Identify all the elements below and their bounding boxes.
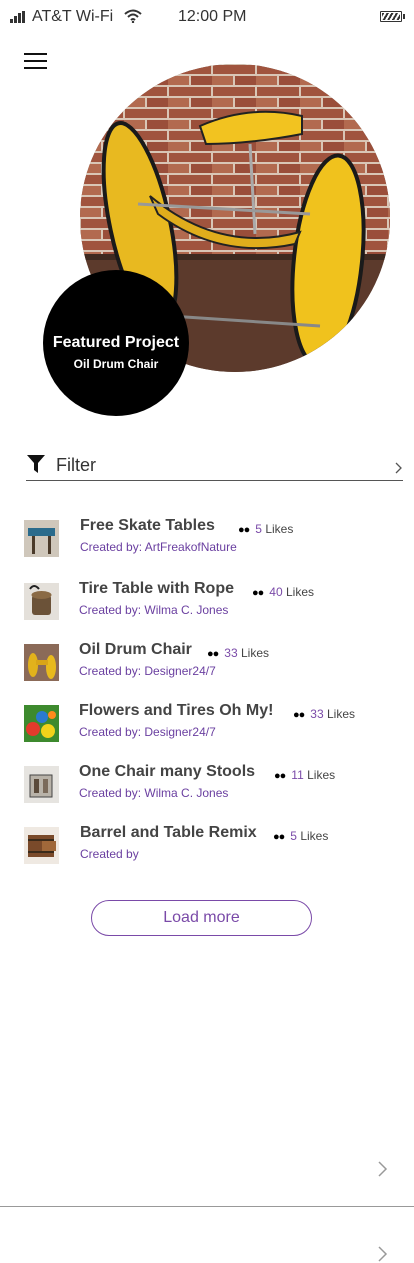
likes-dots-icon: ●● bbox=[293, 709, 305, 721]
status-time: 12:00 PM bbox=[178, 8, 247, 25]
likes-count: ●● 5 Likes bbox=[273, 829, 329, 843]
list-item[interactable]: Free Skate Tables ●● 5 Likes Created by: … bbox=[0, 510, 414, 560]
chevron-right-icon[interactable] bbox=[378, 1161, 388, 1177]
oil-drum-chair-thumbnail bbox=[24, 644, 59, 681]
carrier-label: AT&T Wi-Fi bbox=[32, 8, 114, 25]
list-item[interactable]: Barrel and Table Remix ●● 5 Likes Created… bbox=[0, 817, 414, 867]
signal-icon bbox=[10, 11, 26, 23]
barrel-table-thumbnail bbox=[24, 827, 59, 864]
chevron-right-icon bbox=[395, 462, 402, 474]
flower-tires-thumbnail bbox=[24, 705, 59, 742]
list-item[interactable]: One Chair many Stools ●● 11 Likes Created… bbox=[0, 756, 414, 806]
likes-count: ●● 33 Likes bbox=[207, 646, 270, 660]
battery-icon bbox=[380, 11, 405, 22]
project-title: Tire Table with Rope bbox=[79, 580, 234, 597]
tire-table-thumbnail bbox=[24, 583, 59, 620]
wifi-icon bbox=[124, 9, 142, 23]
hamburger-menu-icon[interactable] bbox=[24, 53, 48, 71]
list-item[interactable]: Tire Table with Rope ●● 40 Likes Created … bbox=[0, 573, 414, 623]
featured-subtitle: Oil Drum Chair bbox=[73, 357, 159, 371]
likes-count: ●● 5 Likes bbox=[238, 522, 294, 536]
project-title: Oil Drum Chair bbox=[79, 641, 192, 658]
list-item[interactable]: Oil Drum Chair ●● 33 Likes Created by: De… bbox=[0, 634, 414, 684]
likes-dots-icon: ●● bbox=[274, 770, 286, 782]
project-creator: Created by: Designer24/7 bbox=[79, 664, 216, 678]
project-creator: Created by: Wilma C. Jones bbox=[79, 603, 229, 617]
likes-count: ●● 11 Likes bbox=[274, 768, 336, 782]
project-title: One Chair many Stools bbox=[79, 763, 256, 780]
funnel-icon bbox=[27, 455, 45, 473]
project-creator: Created by: Wilma C. Jones bbox=[79, 786, 229, 800]
likes-dots-icon: ●● bbox=[207, 648, 219, 660]
likes-dots-icon: ●● bbox=[238, 524, 250, 536]
filter-label: Filter bbox=[56, 455, 96, 475]
featured-title: Featured Project bbox=[52, 334, 180, 351]
skate-table-thumbnail bbox=[24, 520, 59, 557]
filter-row[interactable]: Filter bbox=[26, 452, 403, 481]
project-creator: Created by bbox=[80, 847, 139, 861]
list-item[interactable]: Flowers and Tires Oh My! ●● 33 Likes Crea… bbox=[0, 695, 414, 745]
likes-dots-icon: ●● bbox=[252, 587, 264, 599]
divider bbox=[0, 1206, 414, 1207]
project-creator: Created by: ArtFreakofNature bbox=[80, 540, 237, 554]
stools-thumbnail bbox=[24, 766, 59, 803]
chevron-right-icon[interactable] bbox=[378, 1246, 388, 1262]
project-title: Flowers and Tires Oh My! bbox=[79, 702, 274, 719]
load-more-button[interactable]: Load more bbox=[91, 900, 312, 936]
featured-project-badge[interactable]: Featured Project Oil Drum Chair bbox=[43, 270, 189, 416]
likes-count: ●● 33 Likes bbox=[293, 707, 356, 721]
project-title: Barrel and Table Remix bbox=[80, 824, 257, 841]
likes-count: ●● 40 Likes bbox=[252, 585, 315, 599]
status-bar: AT&T Wi-Fi 12:00 PM bbox=[0, 0, 414, 34]
project-title: Free Skate Tables bbox=[80, 517, 215, 534]
project-creator: Created by: Designer24/7 bbox=[79, 725, 216, 739]
likes-dots-icon: ●● bbox=[273, 831, 285, 843]
